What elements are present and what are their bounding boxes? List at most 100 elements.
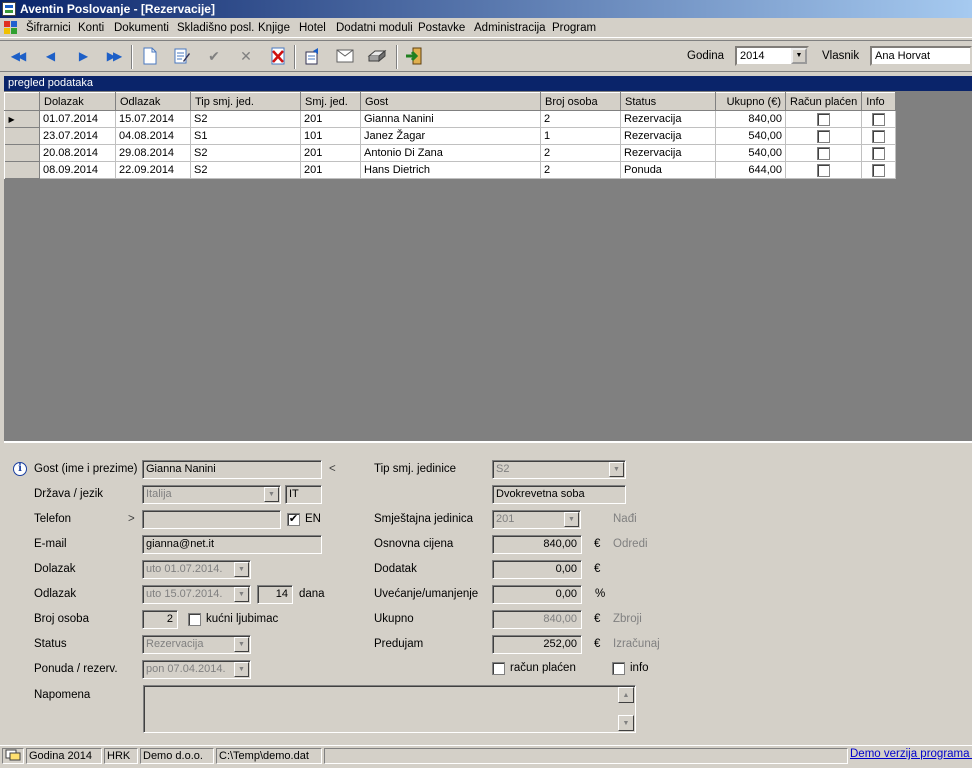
menu-hotel[interactable]: Hotel [299, 21, 326, 35]
cell-ukupno[interactable]: 540,00 [715, 127, 786, 145]
cell-odlazak[interactable]: 15.07.2014 [115, 110, 191, 128]
nadi-link[interactable]: Nađi [613, 513, 637, 525]
en-checkbox[interactable]: ✔ [287, 513, 300, 526]
cell-status[interactable]: Ponuda [620, 161, 716, 179]
cell-status[interactable]: Rezervacija [620, 144, 716, 162]
cell-placen[interactable] [785, 127, 863, 145]
cell-tip[interactable]: S2 [190, 144, 301, 162]
first-record-icon[interactable]: ◀◀ [5, 45, 29, 67]
col-info[interactable]: Info [861, 92, 897, 111]
placen-checkbox[interactable] [817, 129, 831, 143]
cell-info[interactable] [861, 144, 897, 162]
chevron-down-icon[interactable]: ▼ [564, 512, 579, 527]
menu-administracija[interactable]: Administracija [474, 21, 546, 35]
scroll-up-icon[interactable]: ▲ [618, 687, 634, 703]
cell-odlazak[interactable]: 04.08.2014 [115, 127, 191, 145]
gost-field[interactable]: Gianna Nanini [142, 460, 322, 479]
export-icon[interactable] [301, 45, 325, 67]
cell-gost[interactable]: Janez Žagar [360, 127, 541, 145]
cell-info[interactable] [861, 127, 897, 145]
demo-version-link[interactable]: Demo verzija programa Po [850, 748, 972, 760]
chevron-down-icon[interactable]: ▼ [234, 587, 249, 602]
scroll-down-icon[interactable]: ▼ [618, 715, 634, 731]
col-tip[interactable]: Tip smj. jed. [190, 92, 301, 111]
owner-select[interactable]: Ana Horvat [870, 46, 972, 66]
cell-smj[interactable]: 201 [300, 110, 361, 128]
cell-dolazak[interactable]: 20.08.2014 [39, 144, 116, 162]
edit-icon[interactable] [170, 45, 194, 67]
chevron-down-icon[interactable]: ▼ [234, 662, 249, 677]
row-indicator[interactable] [4, 127, 40, 145]
dana-field[interactable]: 14 [257, 585, 293, 604]
table-row[interactable]: 08.09.2014 22.09.2014 S2 201 Hans Dietri… [4, 161, 897, 179]
col-racun-placen[interactable]: Račun plaćen [784, 92, 863, 111]
cell-osoba[interactable]: 2 [540, 110, 621, 128]
chevron-down-icon[interactable]: ▼ [234, 637, 249, 652]
cell-dolazak[interactable]: 23.07.2014 [39, 127, 116, 145]
cell-ukupno[interactable]: 644,00 [715, 161, 786, 179]
cell-osoba[interactable]: 1 [540, 127, 621, 145]
email-field[interactable]: gianna@net.it [142, 535, 322, 554]
last-record-icon[interactable]: ▶▶ [101, 45, 125, 67]
confirm-icon[interactable]: ✔ [202, 45, 226, 67]
exit-icon[interactable] [402, 45, 426, 67]
placen-checkbox[interactable] [817, 146, 831, 160]
email-icon[interactable] [333, 45, 357, 67]
zbroji-link[interactable]: Zbroji [613, 613, 642, 625]
cell-info[interactable] [861, 161, 897, 179]
cell-smj[interactable]: 201 [300, 161, 361, 179]
col-odlazak[interactable]: Odlazak [115, 92, 191, 111]
cell-tip[interactable]: S2 [190, 161, 301, 179]
cell-smj[interactable]: 201 [300, 144, 361, 162]
gost-arrow[interactable]: < [329, 463, 336, 475]
odredi-link[interactable]: Odredi [613, 538, 648, 550]
info-checkbox[interactable] [612, 662, 625, 675]
telefon-arrow[interactable]: > [128, 513, 135, 525]
osobe-field[interactable]: 2 [142, 610, 178, 629]
delete-icon[interactable] [266, 45, 290, 67]
row-indicator[interactable] [4, 144, 40, 162]
ljubimac-checkbox[interactable] [188, 613, 201, 626]
table-row[interactable]: 23.07.2014 04.08.2014 S1 101 Janez Žagar… [4, 127, 897, 145]
cell-ukupno[interactable]: 840,00 [715, 110, 786, 128]
telefon-field[interactable] [142, 510, 281, 529]
placen-checkbox[interactable] [817, 112, 831, 126]
cell-placen[interactable] [785, 110, 863, 128]
cell-status[interactable]: Rezervacija [620, 127, 716, 145]
next-record-icon[interactable]: ▶ [70, 45, 94, 67]
menu-dokumenti[interactable]: Dokumenti [114, 21, 169, 35]
mdi-child-icon[interactable] [4, 21, 18, 35]
placen-checkbox[interactable] [492, 662, 505, 675]
new-document-icon[interactable] [138, 45, 162, 67]
table-row[interactable]: 20.08.2014 29.08.2014 S2 201 Antonio Di … [4, 144, 897, 162]
print-icon[interactable] [365, 45, 389, 67]
cell-gost[interactable]: Antonio Di Zana [360, 144, 541, 162]
row-indicator[interactable] [4, 161, 40, 179]
dodatak-field[interactable]: 0,00 [492, 560, 582, 579]
placen-checkbox[interactable] [817, 163, 831, 177]
menu-skladisno[interactable]: Skladišno posl. [177, 21, 254, 35]
status-select[interactable]: Rezervacija ▼ [142, 635, 251, 654]
izracunaj-link[interactable]: Izračunaj [613, 638, 660, 650]
col-gost[interactable]: Gost [360, 92, 541, 111]
tip-select[interactable]: S2 ▼ [492, 460, 626, 479]
table-row[interactable]: ▶ 01.07.2014 15.07.2014 S2 201 Gianna Na… [4, 110, 897, 128]
menu-sifrarnici[interactable]: Šifrarnici [26, 21, 71, 35]
cancel-icon[interactable]: ✕ [234, 45, 258, 67]
cell-gost[interactable]: Hans Dietrich [360, 161, 541, 179]
col-broj-osoba[interactable]: Broj osoba [540, 92, 621, 111]
cell-tip[interactable]: S2 [190, 110, 301, 128]
jezik-field[interactable]: IT [285, 485, 322, 504]
cell-osoba[interactable]: 2 [540, 161, 621, 179]
drzava-select[interactable]: Italija ▼ [142, 485, 281, 504]
cell-status[interactable]: Rezervacija [620, 110, 716, 128]
cijena-field[interactable]: 840,00 [492, 535, 582, 554]
chevron-down-icon[interactable]: ▼ [791, 48, 807, 64]
col-ukupno[interactable]: Ukupno (€) [715, 92, 786, 111]
dolazak-date[interactable]: uto 01.07.2014. ▼ [142, 560, 251, 579]
menu-konti[interactable]: Konti [78, 21, 104, 35]
col-dolazak[interactable]: Dolazak [39, 92, 116, 111]
current-row-indicator[interactable]: ▶ [4, 110, 40, 128]
cell-odlazak[interactable]: 22.09.2014 [115, 161, 191, 179]
cell-osoba[interactable]: 2 [540, 144, 621, 162]
